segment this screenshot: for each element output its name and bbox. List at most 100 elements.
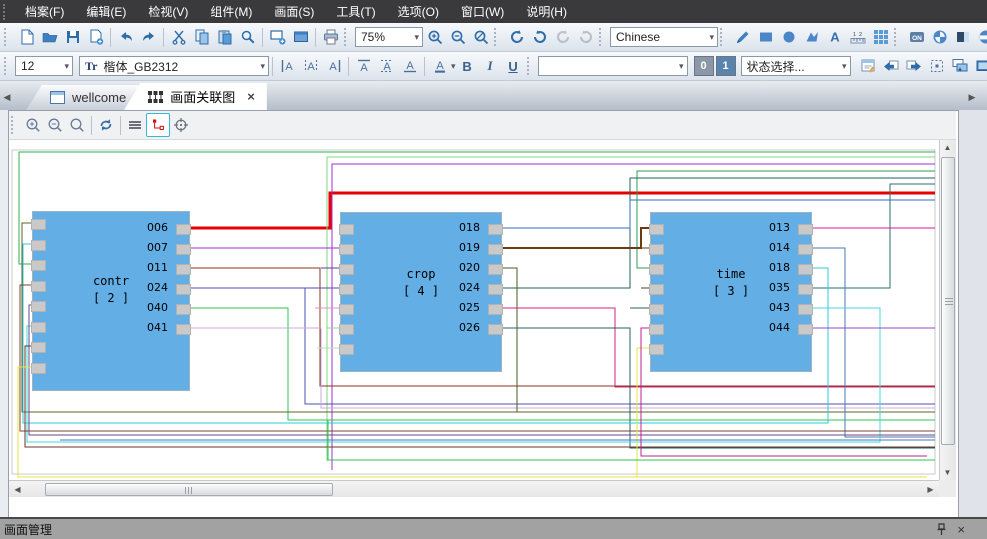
insert-tank-widget[interactable] [974, 26, 987, 48]
font-color-button[interactable]: A [428, 55, 451, 77]
cascade-screens-button[interactable] [949, 55, 972, 77]
block-pin[interactable] [31, 363, 46, 374]
single-screen-button[interactable] [972, 55, 987, 77]
menu-item[interactable]: 编辑(E) [75, 0, 137, 23]
block-pin[interactable] [649, 344, 664, 355]
block-pin[interactable] [798, 284, 813, 295]
toolbar-grip[interactable] [720, 28, 727, 46]
prev-screen-button[interactable] [880, 55, 903, 77]
vertical-scroll-thumb[interactable] [941, 157, 955, 445]
toolbar-grip[interactable] [3, 4, 10, 20]
new-file-button[interactable] [15, 26, 38, 48]
menu-item[interactable]: 检视(V) [137, 0, 199, 23]
menu-item[interactable]: 档案(F) [14, 0, 75, 23]
diagram-zoom-fit-button[interactable] [66, 114, 88, 136]
block-pin[interactable] [649, 224, 664, 235]
horizontal-scrollbar[interactable]: ◀ ▶ [9, 480, 939, 497]
align-left-button[interactable]: A [276, 55, 299, 77]
tab-scroll-left-button[interactable]: ◀ [0, 88, 14, 106]
block-pin[interactable] [31, 322, 46, 333]
block-pin[interactable] [176, 304, 191, 315]
block-pin[interactable] [31, 260, 46, 271]
zoom-reset-button[interactable] [469, 26, 492, 48]
draw-circle-button[interactable] [777, 26, 800, 48]
align-right-button[interactable]: A [322, 55, 345, 77]
toolbar-grip[interactable] [344, 28, 351, 46]
block-pin[interactable] [488, 224, 503, 235]
toolbar-grip[interactable] [599, 28, 606, 46]
block-pin[interactable] [649, 324, 664, 335]
wire[interactable] [190, 268, 935, 386]
underline-button[interactable]: U [502, 55, 525, 77]
toolbar-grip[interactable] [527, 57, 534, 75]
insert-button-widget[interactable]: ON [905, 26, 928, 48]
block-pin[interactable] [31, 240, 46, 251]
vertical-scrollbar[interactable]: ▲ ▼ [939, 140, 956, 480]
menu-item[interactable]: 组件(M) [199, 0, 263, 23]
tab-scroll-right-button[interactable]: ▶ [965, 88, 979, 106]
diagram-refresh-button[interactable] [95, 114, 117, 136]
flip-cw-button[interactable] [551, 26, 574, 48]
align-top-button[interactable]: A [352, 55, 375, 77]
block-pin[interactable] [176, 324, 191, 335]
wire[interactable] [812, 248, 935, 437]
block-crop[interactable]: crop[ 4 ]018019020024025026 [340, 212, 502, 372]
menu-item[interactable]: 工具(T) [325, 0, 386, 23]
menu-item[interactable]: 窗口(W) [450, 0, 515, 23]
diagram-locate-button[interactable] [170, 114, 192, 136]
wire[interactable] [190, 193, 935, 228]
state-one-button[interactable]: 1 [716, 56, 736, 76]
menu-item[interactable]: 画面(S) [263, 0, 325, 23]
language-combo[interactable]: Chinese▾ [610, 27, 718, 47]
diagram-zoom-out-button[interactable] [44, 114, 66, 136]
wire[interactable] [502, 228, 650, 248]
block-pin[interactable] [798, 224, 813, 235]
block-time[interactable]: time[ 3 ]013014018035043044 [650, 212, 812, 372]
block-pin[interactable] [339, 304, 354, 315]
menu-item[interactable]: 说明(H) [515, 0, 578, 23]
toolbar-grip[interactable] [894, 28, 901, 46]
open-file-button[interactable] [38, 26, 61, 48]
block-pin[interactable] [649, 244, 664, 255]
block-contr[interactable]: contr[ 2 ]006007011024040041 [32, 211, 190, 391]
zoom-level-combo[interactable]: 75%▾ [355, 27, 423, 47]
block-pin[interactable] [798, 244, 813, 255]
rotate-cw-button[interactable] [505, 26, 528, 48]
block-pin[interactable] [339, 264, 354, 275]
toolbar-grip[interactable] [4, 28, 11, 46]
block-pin[interactable] [488, 324, 503, 335]
zoom-out-button[interactable] [446, 26, 469, 48]
zoom-in-button[interactable] [423, 26, 446, 48]
scroll-right-icon[interactable]: ▶ [923, 482, 938, 497]
draw-table-button[interactable] [869, 26, 892, 48]
toolbar-grip[interactable] [11, 116, 18, 134]
pin-icon[interactable] [936, 523, 947, 536]
tab-screen-relation-diagram[interactable]: 画面关联图 × [124, 83, 267, 110]
diagram-layers-button[interactable] [124, 114, 146, 136]
panel-close-icon[interactable]: × [957, 522, 965, 537]
block-pin[interactable] [649, 264, 664, 275]
flip-ccw-button[interactable] [574, 26, 597, 48]
draw-text-button[interactable]: A [823, 26, 846, 48]
block-pin[interactable] [176, 244, 191, 255]
block-pin[interactable] [339, 284, 354, 295]
wire[interactable] [502, 268, 517, 412]
draw-rect-button[interactable] [754, 26, 777, 48]
block-pin[interactable] [488, 264, 503, 275]
bold-button[interactable]: B [456, 55, 479, 77]
properties-button[interactable] [857, 55, 880, 77]
undo-button[interactable] [114, 26, 137, 48]
insert-fan-widget[interactable] [928, 26, 951, 48]
font-size-combo[interactable]: 12▾ [15, 56, 73, 76]
paste-button[interactable] [213, 26, 236, 48]
scroll-up-icon[interactable]: ▲ [940, 140, 955, 155]
block-pin[interactable] [31, 342, 46, 353]
block-pin[interactable] [176, 224, 191, 235]
tab-close-icon[interactable]: × [247, 89, 255, 104]
block-pin[interactable] [31, 301, 46, 312]
block-pin[interactable] [176, 264, 191, 275]
align-bottom-button[interactable]: A [398, 55, 421, 77]
open-screen-button[interactable] [289, 26, 312, 48]
block-pin[interactable] [339, 344, 354, 355]
state-selector-combo[interactable]: 状态选择...▾ [741, 56, 851, 76]
